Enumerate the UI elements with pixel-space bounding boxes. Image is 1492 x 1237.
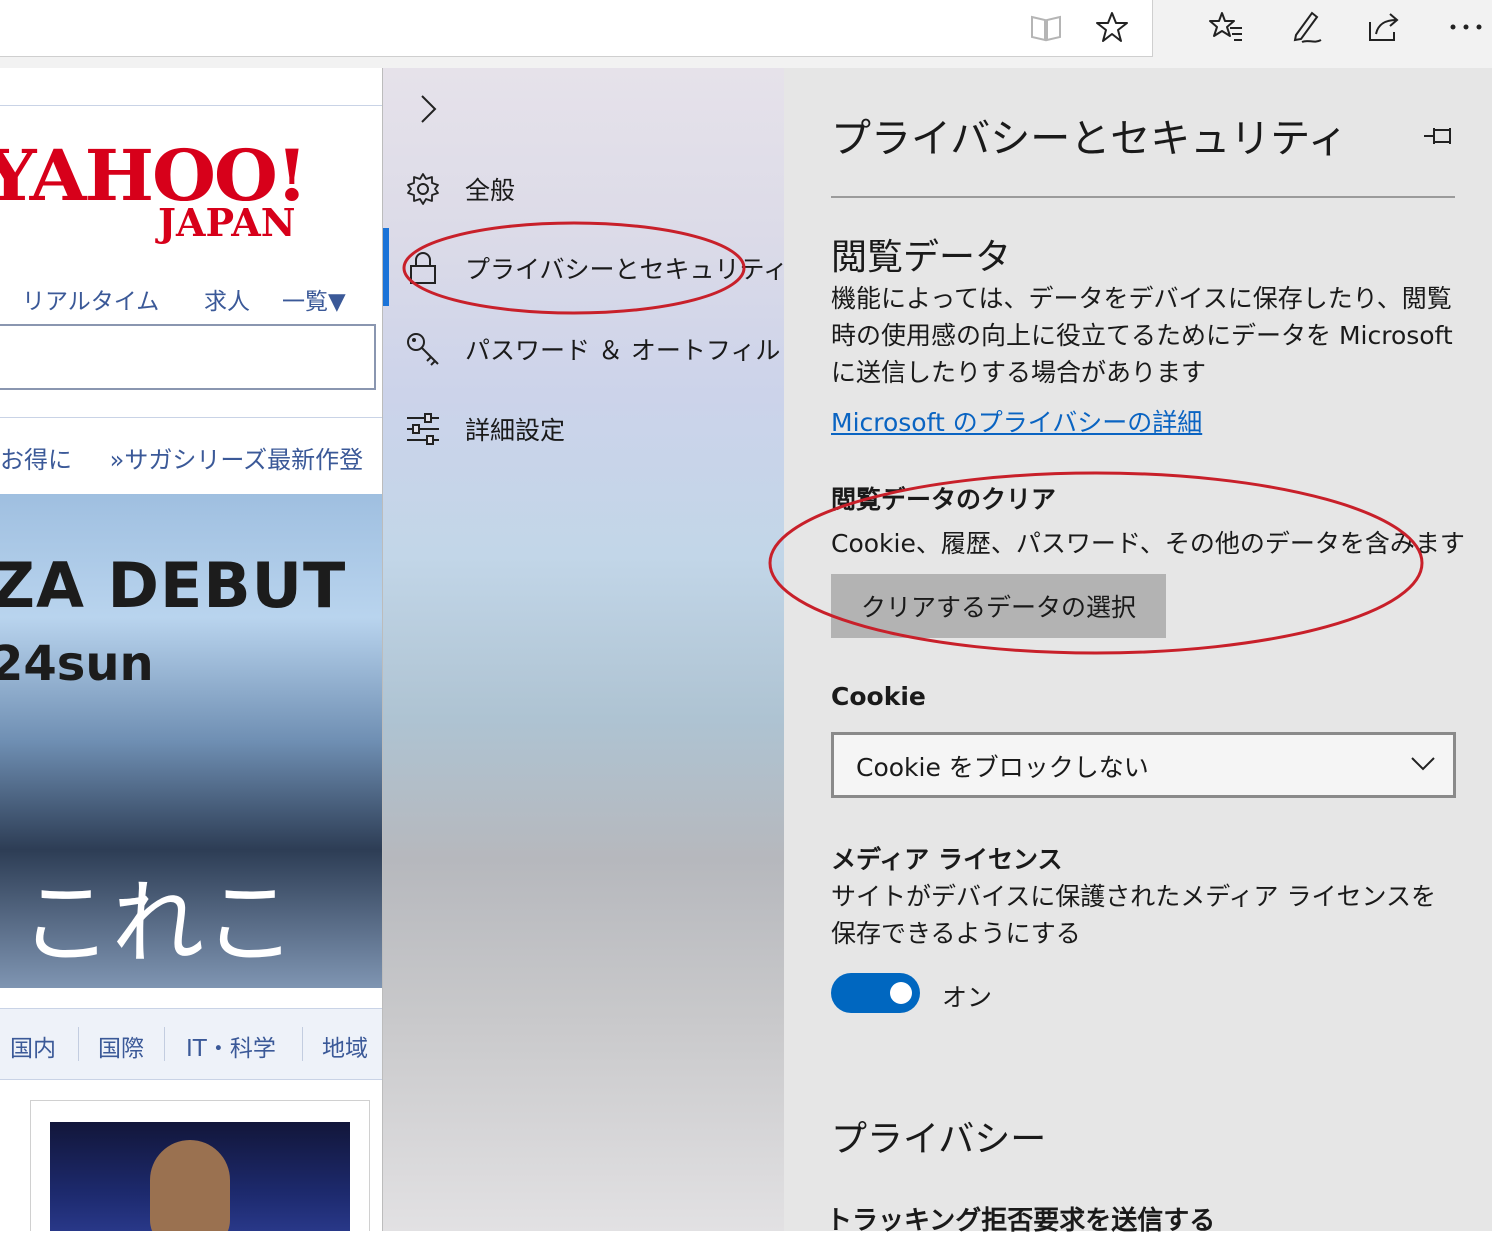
- settings-content-pane: プライバシーとセキュリティ 閲覧データ 機能によっては、データをデバイスに保存し…: [784, 68, 1492, 1236]
- yahoo-japan-logo[interactable]: YAHOO! JAPAN: [0, 134, 382, 254]
- nav-item-privacy-security[interactable]: プライバシーとセキュリティ: [403, 238, 788, 298]
- banner-date: 24sun: [0, 636, 154, 692]
- active-indicator: [383, 228, 389, 306]
- banner-calligraphy: これこ: [20, 870, 297, 977]
- media-license-description: サイトがデバイスに保護されたメディア ライセンスを保存できるようにする: [831, 882, 1436, 948]
- header-divider: [0, 105, 382, 106]
- address-bar[interactable]: [0, 0, 1153, 57]
- key-icon: [403, 329, 443, 369]
- favorite-star-icon[interactable]: [1092, 7, 1132, 47]
- choose-what-to-clear-button[interactable]: クリアするデータの選択: [831, 574, 1166, 638]
- share-icon[interactable]: [1364, 7, 1404, 47]
- web-note-icon[interactable]: [1286, 7, 1326, 47]
- nav-item-general[interactable]: 全般: [403, 159, 515, 219]
- news-thumbnail-image[interactable]: [50, 1122, 350, 1231]
- person-photo: [150, 1140, 230, 1231]
- pin-pane-icon[interactable]: [1420, 116, 1460, 156]
- sliders-icon: [403, 409, 443, 449]
- title-divider: [831, 196, 1455, 198]
- promo-link-right[interactable]: »サガシリーズ最新作登: [110, 446, 363, 474]
- cookie-heading: Cookie: [831, 682, 926, 711]
- media-license-heading: メディア ライセンス: [831, 845, 1063, 874]
- yahoo-nav-link-jobs[interactable]: 求人: [204, 282, 250, 316]
- category-tab-it-science[interactable]: IT・科学: [186, 1029, 276, 1063]
- browser-toolbar: [0, 0, 1492, 68]
- background-web-page: YAHOO! JAPAN リアルタイム 求人 一覧▼ お得に »サガシリーズ最新…: [0, 68, 382, 1231]
- privacy-details-link[interactable]: Microsoft のプライバシーの詳細: [831, 403, 1202, 439]
- cookie-dropdown-value: Cookie をブロックしない: [856, 753, 1149, 782]
- nav-item-passwords-autofill[interactable]: パスワード ＆ オートフィル: [403, 319, 780, 379]
- chevron-down-icon: [1409, 753, 1437, 773]
- logo-sub-text: JAPAN: [158, 200, 296, 245]
- privacy-heading: プライバシー: [831, 1119, 1047, 1160]
- toggle-state-label: オン: [942, 983, 993, 1012]
- yahoo-nav: リアルタイム 求人 一覧▼: [0, 282, 382, 322]
- yahoo-nav-link-realtime[interactable]: リアルタイム: [22, 282, 159, 316]
- promo-link-left[interactable]: お得に: [0, 446, 72, 474]
- browsing-data-description: 機能によっては、データをデバイスに保存したり、閲覧時の使用感の向上に役立てるため…: [831, 284, 1453, 387]
- ad-banner[interactable]: ZA DEBUT 24sun これこ: [0, 494, 382, 988]
- yahoo-promo-links: お得に »サガシリーズ最新作登: [0, 440, 363, 475]
- clear-data-heading: 閲覧データのクリア: [831, 485, 1057, 514]
- do-not-track-heading: トラッキング拒否要求を送信する: [826, 1206, 1216, 1236]
- collapse-chevron-icon[interactable]: [411, 92, 445, 126]
- settings-nav-pane: 全般 プライバシーとセキュリティ パスワード ＆ オートフィル 詳細設定: [382, 68, 788, 1231]
- toggle-knob: [890, 982, 912, 1004]
- clear-data-description: Cookie、履歴、パスワード、その他のデータを含みます: [831, 529, 1465, 558]
- category-tab-local[interactable]: 地域: [322, 1029, 368, 1063]
- page-title: プライバシーとセキュリティ: [831, 116, 1348, 162]
- yahoo-search-input[interactable]: [0, 324, 376, 390]
- browsing-data-heading: 閲覧データ: [831, 237, 1012, 278]
- gear-icon: [403, 169, 443, 209]
- lock-icon: [403, 248, 443, 288]
- media-license-toggle[interactable]: [831, 973, 920, 1013]
- cookie-dropdown[interactable]: Cookie をブロックしない: [831, 732, 1456, 798]
- tab-divider: [164, 1027, 165, 1061]
- divider: [0, 417, 382, 418]
- favorites-hub-icon[interactable]: [1206, 7, 1246, 47]
- tab-divider: [302, 1027, 303, 1061]
- nav-item-advanced[interactable]: 詳細設定: [403, 399, 565, 459]
- category-tab-domestic[interactable]: 国内: [10, 1029, 56, 1063]
- yahoo-category-tabs: 国内 国際 IT・科学 地域: [0, 1008, 382, 1080]
- banner-headline: ZA DEBUT: [0, 549, 347, 622]
- nav-item-label: 詳細設定: [465, 416, 566, 445]
- nav-item-label: パスワード ＆ オートフィル: [465, 336, 781, 365]
- tab-divider: [78, 1027, 79, 1061]
- category-tab-international[interactable]: 国際: [98, 1029, 144, 1063]
- nav-item-label: プライバシーとセキュリティ: [465, 255, 789, 284]
- yahoo-nav-link-list[interactable]: 一覧▼: [282, 282, 346, 316]
- reading-view-icon[interactable]: [1026, 8, 1066, 48]
- more-icon[interactable]: [1446, 7, 1486, 47]
- nav-item-label: 全般: [465, 176, 516, 205]
